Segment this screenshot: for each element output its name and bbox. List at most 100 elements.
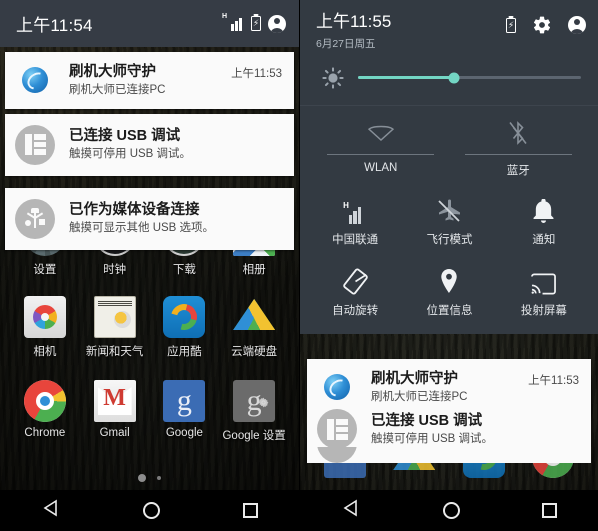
app-google-settings[interactable]: g Google 设置 [219, 380, 289, 443]
slider-thumb[interactable] [448, 72, 460, 84]
app-label: 新闻和天气 [85, 346, 144, 358]
app-grid-row-3: Chrome Gmail g Google g [0, 380, 299, 443]
notification-title: 已连接 USB 调试 [371, 412, 483, 429]
usb-glyph [25, 207, 45, 230]
usb-icon [15, 198, 55, 239]
signal-badge: H [222, 12, 228, 20]
notification-text: 已作为媒体设备连接 触摸可显示其他 USB 选项。 [69, 201, 276, 236]
tile-carrier[interactable]: H 中国联通 [308, 194, 402, 247]
auto-rotate-icon [342, 265, 369, 295]
bluetooth-off-icon [508, 116, 528, 150]
tile-label: 位置信息 [426, 304, 473, 317]
back-icon[interactable] [341, 499, 361, 522]
notification-text: 已连接 USB 调试 触摸可停用 USB 调试。 [371, 412, 579, 447]
notification-time: 上午11:53 [231, 68, 282, 80]
app-camera[interactable]: 相机 [10, 296, 80, 359]
location-pin-icon [439, 265, 459, 295]
brightness-slider[interactable] [358, 72, 581, 84]
notification-text: 已连接 USB 调试 触摸可停用 USB 调试。 [69, 127, 276, 162]
qs-date: 6月27日周五 [316, 37, 376, 50]
notification-card[interactable]: 已作为媒体设备连接 触摸可显示其他 USB 选项。 [5, 187, 294, 250]
tile-auto-rotate[interactable]: 自动旋转 [308, 265, 402, 318]
home-icon[interactable] [143, 502, 161, 519]
shuaji-master-icon [22, 67, 48, 94]
tile-cast-screen[interactable]: 投射屏幕 [497, 265, 591, 318]
news-weather-icon [93, 296, 136, 338]
notification-card[interactable] [307, 447, 591, 463]
bolt-glyph: ⚡ [252, 18, 260, 28]
quick-settings-wide-tiles: WLAN 蓝牙 [300, 106, 598, 190]
app-label: 相机 [33, 346, 57, 358]
chrome-icon [23, 380, 66, 422]
app-google[interactable]: g Google [150, 380, 220, 443]
status-bar: 上午11:54 H ⚡ [0, 0, 299, 47]
notification-shade-sliver [300, 447, 598, 463]
bolt-glyph: ⚡ [507, 19, 515, 30]
tile-label: 蓝牙 [506, 164, 530, 177]
tile-location[interactable]: 位置信息 [402, 265, 496, 318]
app-grid-row-2: 相机 新闻和天气 应用酷 云端硬盘 [0, 296, 299, 359]
notification-title: 已连接 USB 调试 [69, 128, 181, 145]
app-gmail[interactable]: Gmail [80, 380, 150, 443]
status-clock: 上午11:54 [16, 16, 93, 35]
notification-subtitle: 触摸可显示其他 USB 选项。 [69, 222, 215, 235]
left-phone-screen: 设置 时钟 下载 相册 相机 新闻和天气 应用酷 云端硬盘 Chrome M G… [0, 0, 299, 531]
header-icons: ⚡ [506, 12, 586, 35]
camera-icon [23, 296, 66, 338]
app-label: Google [165, 427, 203, 439]
app-label: Gmail [99, 427, 130, 439]
page-dot[interactable] [157, 476, 161, 480]
tile-label: 投射屏幕 [520, 304, 567, 317]
home-icon[interactable] [443, 502, 460, 519]
notification-subtitle: 触摸可停用 USB 调试。 [69, 148, 192, 161]
app-yingyongku[interactable]: 应用酷 [150, 296, 220, 359]
page-dot-active[interactable] [138, 474, 146, 482]
notification-text: 刷机大师守护 刷机大师已连接PC [371, 370, 522, 405]
brightness-icon [322, 66, 344, 89]
app-label: 时钟 [103, 264, 127, 276]
navigation-bar [300, 490, 598, 531]
app-label: Google 设置 [222, 430, 286, 442]
notification-time: 上午11:53 [528, 375, 579, 387]
tile-airplane-mode[interactable]: 飞行模式 [402, 194, 496, 247]
account-avatar-icon[interactable] [568, 16, 586, 34]
gear-icon[interactable] [532, 15, 552, 35]
app-label: 设置 [33, 264, 57, 276]
notification-card[interactable]: 刷机大师守护 刷机大师已连接PC 上午11:53 [5, 52, 294, 109]
usb-debug-glyph [326, 418, 348, 440]
tile-notifications[interactable]: 通知 [497, 194, 591, 247]
tile-underline [327, 153, 435, 155]
app-drive[interactable]: 云端硬盘 [219, 296, 289, 359]
network-type-badge: H [343, 200, 349, 210]
app-label: 应用酷 [167, 346, 202, 358]
signal-icon: H [222, 13, 244, 31]
tile-bluetooth[interactable]: 蓝牙 [450, 116, 588, 178]
notification-subtitle: 刷机大师已连接PC [69, 84, 166, 97]
tile-wlan[interactable]: WLAN [312, 116, 450, 178]
recents-icon[interactable] [242, 503, 258, 518]
notification-title: 刷机大师守护 [69, 64, 156, 80]
notification-bell-icon [532, 194, 555, 224]
header-clock-block: 上午11:55 6月27日周五 [316, 12, 391, 51]
usb-debug-glyph [24, 134, 46, 155]
notification-title: 刷机大师守护 [371, 371, 458, 387]
usb-icon [317, 447, 357, 463]
notification-card[interactable]: 已连接 USB 调试 触摸可停用 USB 调试。 [5, 113, 294, 176]
app-label: 云端硬盘 [231, 346, 278, 358]
account-avatar-icon[interactable] [268, 14, 286, 33]
signal-bars: H [343, 200, 366, 224]
back-icon[interactable] [41, 499, 61, 522]
tile-label: 飞行模式 [426, 233, 473, 246]
app-chrome[interactable]: Chrome [10, 380, 80, 443]
app-news-weather[interactable]: 新闻和天气 [80, 296, 150, 359]
cast-screen-icon [531, 265, 557, 295]
right-phone-screen: 上午11:55 6月27日周五 ⚡ [299, 0, 598, 531]
app-label: 相册 [242, 264, 266, 276]
yingyongku-icon [163, 296, 206, 338]
quick-settings-tile-grid: H 中国联通 飞行模式 通知 自动旋转 位置信息 投射屏幕 [300, 190, 598, 334]
recents-icon[interactable] [542, 503, 557, 518]
tile-label: WLAN [364, 161, 398, 174]
gmail-icon [93, 380, 136, 422]
page-indicator [0, 474, 299, 482]
google-icon: g [163, 380, 206, 422]
